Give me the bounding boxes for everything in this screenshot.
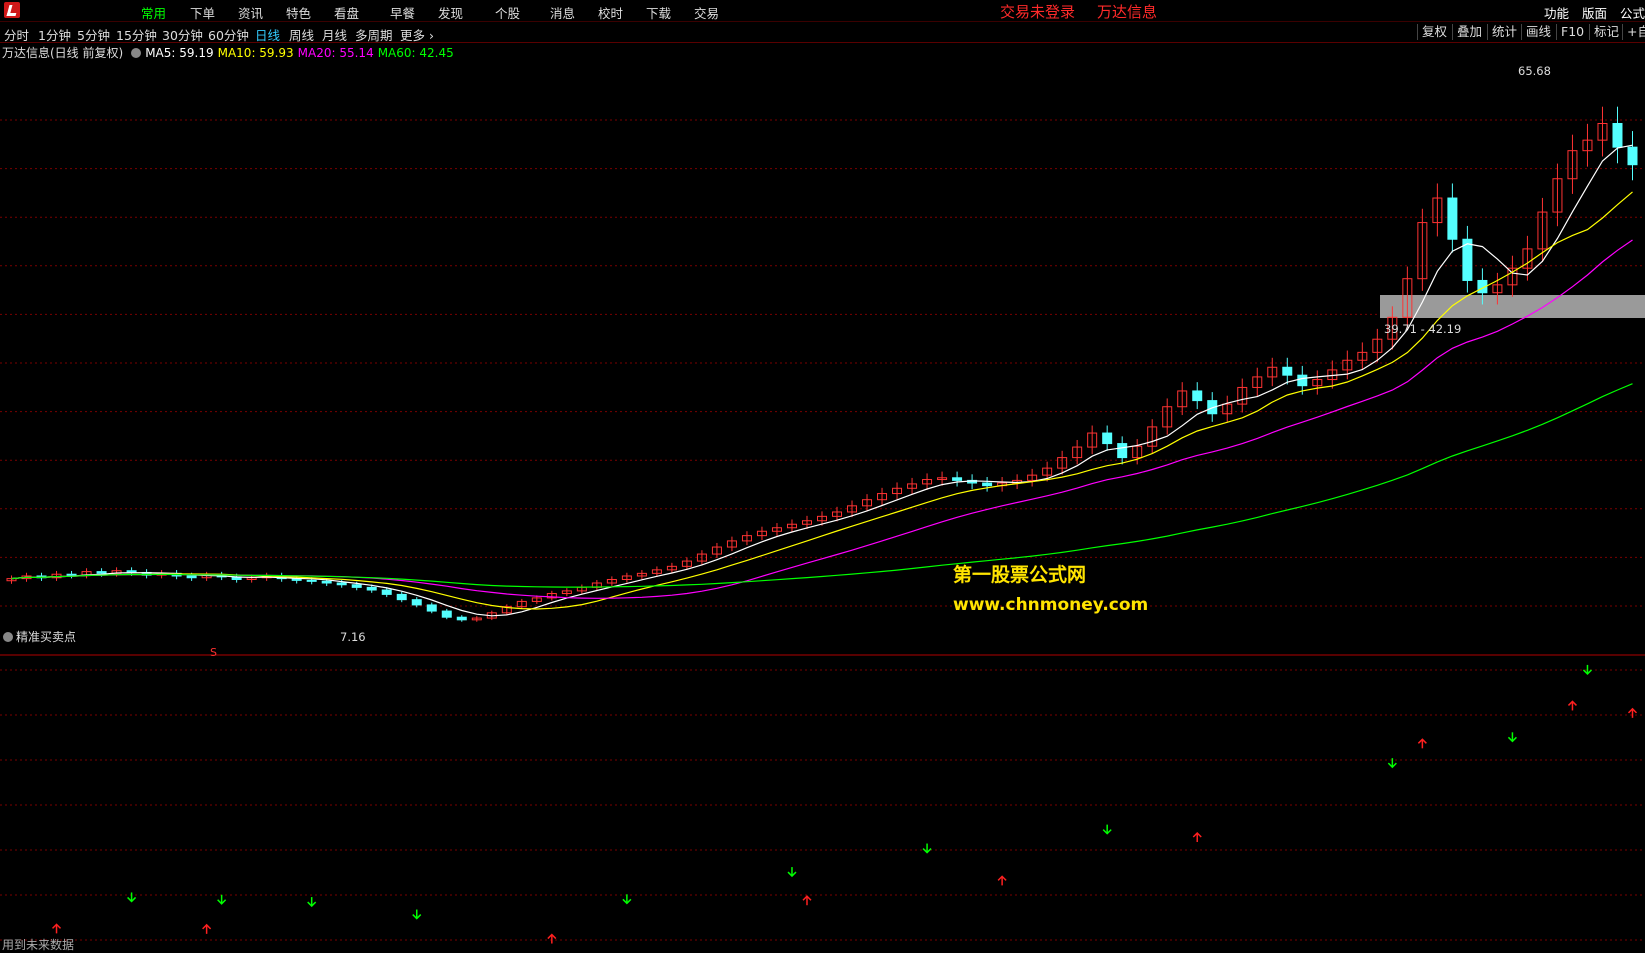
menu-item-discover[interactable]: 发现: [438, 3, 463, 22]
stock-brand-title: 万达信息: [1097, 3, 1158, 21]
menu-item-market[interactable]: 看盘: [334, 3, 359, 22]
candle-body: [306, 579, 317, 582]
candle-body: [441, 610, 452, 618]
candle-body: [1117, 443, 1128, 459]
tool-adjust[interactable]: 复权: [1417, 24, 1451, 40]
sell-arrow-icon: [412, 909, 422, 920]
buy-arrow-icon: [52, 923, 62, 934]
sell-arrow-icon: [1102, 824, 1112, 835]
tool-stats[interactable]: 统计: [1487, 24, 1521, 40]
buy-arrow-icon: [1567, 700, 1577, 711]
candle-body: [1102, 432, 1113, 445]
sell-arrow-icon: [217, 894, 227, 905]
period-toolbar: 分时 1分钟 5分钟 15分钟 30分钟 60分钟 日线 周线 月线 多周期 更…: [0, 22, 1645, 43]
period-more-label: 更多: [400, 28, 426, 43]
high-price-label: 65.68: [1518, 64, 1551, 78]
menu-item-common[interactable]: 常用: [141, 3, 166, 22]
menu-item-features[interactable]: 特色: [286, 3, 311, 22]
candle-body: [66, 573, 77, 576]
app-logo-icon[interactable]: [4, 2, 20, 18]
sell-arrow-icon: [1507, 732, 1517, 743]
candle-body: [1192, 390, 1203, 402]
candle-body: [1297, 374, 1308, 387]
future-data-note: 用到未来数据: [2, 938, 75, 952]
candle-body: [1282, 366, 1293, 376]
sell-arrow-icon: [622, 894, 632, 905]
buy-arrow-icon: [997, 875, 1007, 886]
sub-panel-title-text: 精准买卖点: [16, 630, 77, 644]
menu-layout[interactable]: 版面: [1582, 3, 1607, 22]
watermark-url: www.chnmoney.com: [953, 595, 1149, 615]
candle-body: [396, 593, 407, 601]
panel-toggle-icon[interactable]: [3, 632, 13, 642]
ma20-line: [11, 239, 1633, 599]
tool-draw-line[interactable]: 画线: [1521, 24, 1555, 40]
candle-body: [982, 482, 993, 487]
watermark-cn: 第一股票公式网: [953, 564, 1087, 586]
candle-body: [456, 616, 467, 621]
login-status[interactable]: 交易未登录: [1000, 1, 1075, 22]
buy-arrow-icon: [1417, 738, 1427, 749]
menu-item-order[interactable]: 下单: [190, 3, 215, 22]
menu-item-trade[interactable]: 交易: [694, 3, 719, 22]
menu-item-download[interactable]: 下载: [646, 3, 671, 22]
candle-body: [952, 477, 963, 481]
candle-body: [186, 575, 197, 579]
tool-overlay[interactable]: 叠加: [1452, 24, 1486, 40]
menu-item-news[interactable]: 资讯: [238, 3, 263, 22]
sell-arrow-icon: [307, 897, 317, 908]
menu-function[interactable]: 功能: [1544, 3, 1569, 22]
candle-body: [351, 584, 362, 588]
buy-arrow-icon: [1627, 707, 1638, 718]
menu-item-messages[interactable]: 消息: [550, 3, 575, 22]
candle-body: [1447, 197, 1458, 240]
sell-arrow-icon: [922, 843, 932, 854]
buy-arrow-icon: [1192, 831, 1202, 842]
candle-body: [366, 586, 377, 591]
ma5-line: [11, 144, 1633, 617]
sell-arrow-icon: [1582, 664, 1592, 675]
tool-custom[interactable]: +自: [1622, 24, 1645, 40]
menu-item-breakfast[interactable]: 早餐: [390, 3, 415, 22]
price-range-label: 39.71 - 42.19: [1384, 322, 1462, 336]
main-menu-bar: 常用 下单 资讯 特色 看盘 早餐 发现 个股 消息 校时 下载 交易 交易未登…: [0, 0, 1645, 22]
candle-body: [381, 589, 392, 595]
candle-body: [411, 599, 422, 606]
buy-arrow-icon: [802, 895, 812, 906]
candle-body: [96, 571, 107, 574]
kline-chart[interactable]: [0, 42, 1645, 657]
signal-panel[interactable]: [0, 627, 1645, 951]
menu-item-stock[interactable]: 个股: [495, 3, 520, 22]
ma60-line: [11, 383, 1633, 588]
menu-item-time-sync[interactable]: 校时: [598, 3, 623, 22]
chevron-right-icon: ›: [425, 28, 434, 43]
candle-body: [321, 580, 332, 584]
ma10-line: [11, 191, 1633, 610]
candle-body: [426, 604, 437, 612]
sell-arrow-icon: [787, 867, 797, 878]
menu-formula[interactable]: 公式: [1620, 3, 1645, 22]
buy-arrow-icon: [547, 933, 557, 944]
sub-panel-title[interactable]: 精准买卖点: [3, 628, 76, 645]
candle-body: [1627, 146, 1638, 166]
candle-body: [336, 582, 347, 586]
candle-body: [1612, 122, 1623, 148]
buy-arrow-icon: [202, 923, 212, 934]
tool-mark[interactable]: 标记: [1589, 24, 1623, 40]
sell-arrow-icon: [127, 892, 137, 903]
tool-f10[interactable]: F10: [1556, 24, 1588, 40]
